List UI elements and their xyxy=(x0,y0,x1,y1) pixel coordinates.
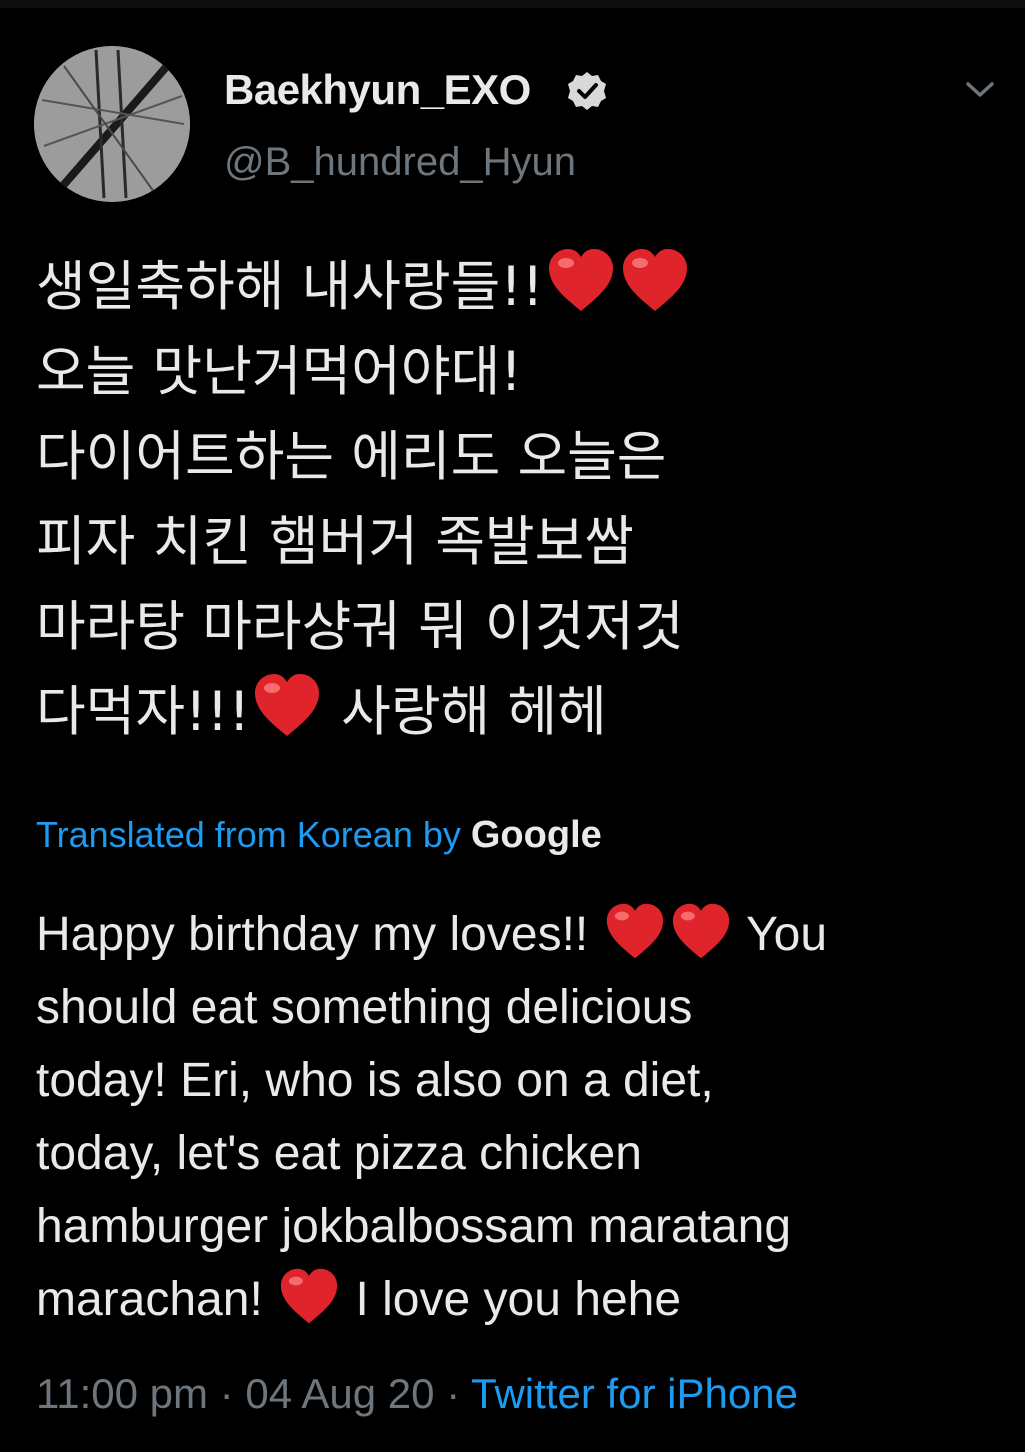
tweet-source-link[interactable]: Twitter for iPhone xyxy=(471,1370,798,1417)
english-text: I love you hehe xyxy=(355,1273,682,1326)
korean-line-3: 다이어트하는 에리도 오늘은 xyxy=(36,425,667,488)
google-logo: Google xyxy=(470,814,602,856)
chevron-down-icon[interactable] xyxy=(962,74,998,104)
heart-emoji-icon xyxy=(281,1268,338,1324)
heart-emoji-icon xyxy=(606,903,663,959)
korean-text: 생일축하해 내사랑들!! xyxy=(36,255,544,318)
korean-line-6: 다먹자!!! 사랑해 헤헤 xyxy=(36,669,996,754)
avatar[interactable] xyxy=(34,46,190,202)
english-text: Happy birthday my loves!! xyxy=(36,908,589,961)
english-line-2: should eat something delicious xyxy=(36,981,693,1034)
english-line-3: today! Eri, who is also on a diet, xyxy=(36,1054,714,1107)
meta-separator: · xyxy=(446,1370,461,1417)
translation-attribution: Translated from Korean by Google xyxy=(36,814,602,857)
english-line-5: hamburger jokbalbossam maratang xyxy=(36,1200,792,1253)
english-text: marachan! xyxy=(36,1273,263,1326)
korean-text: 사랑해 헤헤 xyxy=(341,680,607,743)
korean-line-4: 피자 치킨 햄버거 족발보쌈 xyxy=(36,510,634,573)
user-handle[interactable]: @B_hundred_Hyun xyxy=(224,140,576,185)
heart-emoji-icon xyxy=(254,674,319,736)
tweet-text-english: Happy birthday my loves!! You should eat… xyxy=(36,898,996,1336)
english-text: You xyxy=(746,908,828,961)
korean-line-1: 생일축하해 내사랑들!! xyxy=(36,244,996,329)
tweet-date[interactable]: 04 Aug 20 xyxy=(245,1370,434,1417)
translation-label[interactable]: Translated from Korean by xyxy=(36,814,461,855)
korean-text: 다먹자!!! xyxy=(36,680,250,743)
korean-line-5: 마라탕 마라샹궈 뭐 이것저것 xyxy=(36,595,684,658)
tweet-text-korean: 생일축하해 내사랑들!! 오늘 맛난거먹어야대! 다이어트하는 에리도 오늘은 … xyxy=(36,244,996,754)
english-line-1: Happy birthday my loves!! You xyxy=(36,898,996,971)
avatar-image xyxy=(34,46,190,202)
korean-line-2: 오늘 맛난거먹어야대! xyxy=(36,340,522,403)
english-line-6: marachan! I love you hehe xyxy=(36,1263,996,1336)
verified-badge-icon xyxy=(568,72,606,110)
english-line-4: today, let's eat pizza chicken xyxy=(36,1127,642,1180)
tweet-metadata: 11:00 pm · 04 Aug 20 · Twitter for iPhon… xyxy=(36,1370,798,1418)
heart-emoji-icon xyxy=(622,249,687,311)
display-name[interactable]: Baekhyun_EXO xyxy=(224,66,531,114)
tweet-card: Baekhyun_EXO @B_hundred_Hyun 생일축하해 내사랑들!… xyxy=(0,0,1025,1452)
tweet-time[interactable]: 11:00 pm xyxy=(36,1370,208,1417)
meta-separator: · xyxy=(219,1370,234,1417)
heart-emoji-icon xyxy=(672,903,729,959)
heart-emoji-icon xyxy=(548,249,613,311)
